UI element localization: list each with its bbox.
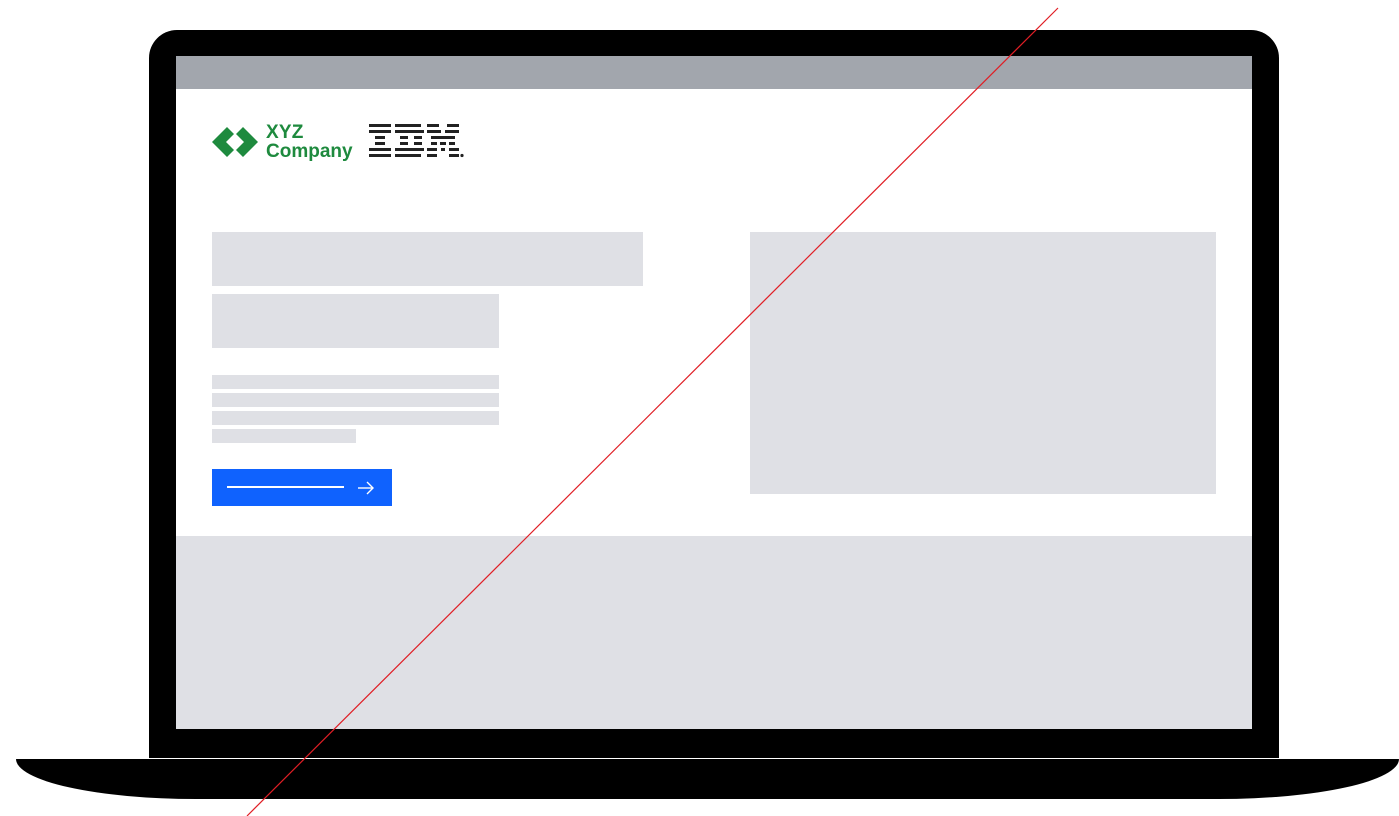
company-name: XYZ Company <box>266 123 353 161</box>
cta-button[interactable] <box>212 469 392 506</box>
arrow-right-icon <box>358 481 374 495</box>
company-name-line2: Company <box>266 141 353 162</box>
ibm-logo-icon <box>368 124 464 158</box>
headline-placeholder <box>212 232 643 286</box>
laptop-screen: XYZ Company <box>176 56 1252 729</box>
subheadline-placeholder <box>212 294 499 348</box>
hero-image-placeholder <box>750 232 1216 494</box>
body-text-line <box>212 393 499 407</box>
body-text-line <box>212 375 499 389</box>
logo-row: XYZ Company <box>212 120 465 164</box>
footer-placeholder <box>176 536 1252 729</box>
xyz-diamond-icon <box>212 127 258 157</box>
browser-bar <box>176 56 1252 89</box>
body-text-line <box>212 429 356 443</box>
body-text-line <box>212 411 499 425</box>
cta-label-placeholder <box>227 486 344 488</box>
laptop-base <box>16 759 1399 799</box>
company-name-line1: XYZ <box>266 122 304 143</box>
stage: XYZ Company <box>0 0 1399 816</box>
